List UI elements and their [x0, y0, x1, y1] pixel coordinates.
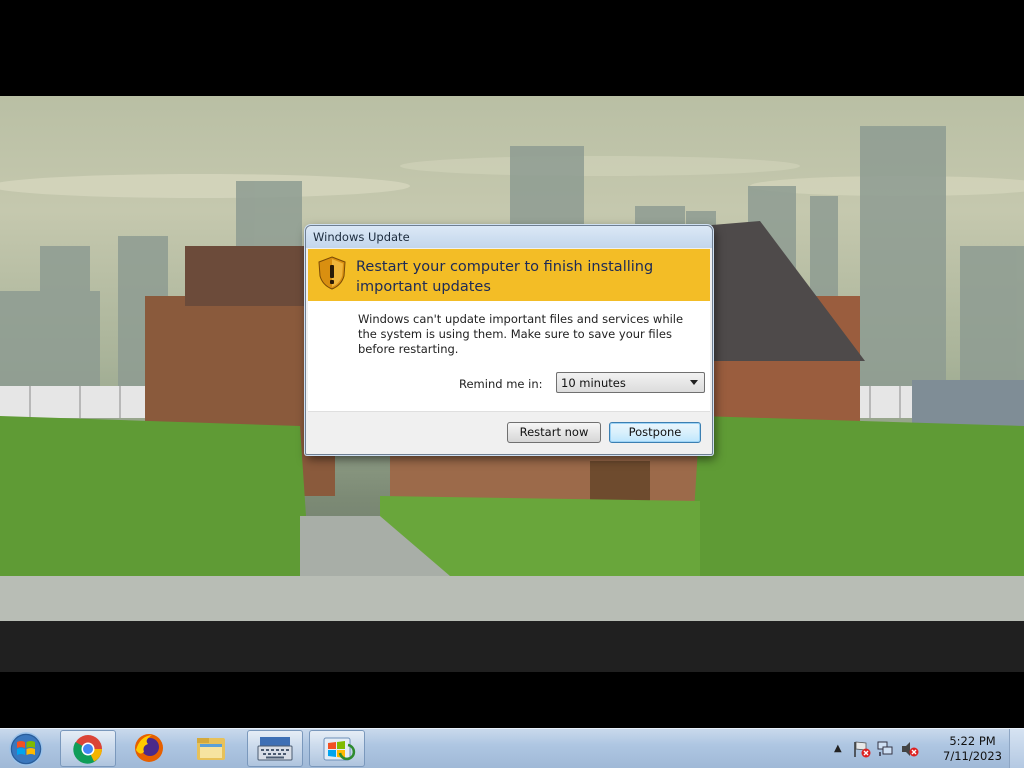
show-hidden-icons-arrow[interactable]: ▲ — [834, 743, 842, 754]
dialog-footer: Restart now Postpone — [308, 411, 710, 453]
warning-shield-icon — [318, 256, 346, 290]
chrome-icon — [73, 735, 102, 764]
postpone-button[interactable]: Postpone — [609, 422, 701, 443]
taskbar-firefox[interactable] — [122, 730, 178, 767]
taskbar-clock[interactable]: 5:22 PM 7/11/2023 — [943, 734, 1002, 764]
network-icon[interactable] — [876, 740, 896, 758]
dialog-heading: Restart your computer to finish installi… — [356, 259, 654, 295]
remind-me-value: 10 minutes — [561, 376, 626, 390]
dialog-titlebar[interactable]: Windows Update — [306, 226, 712, 248]
restart-now-button[interactable]: Restart now — [507, 422, 601, 443]
start-orb-icon — [9, 732, 43, 766]
taskbar-file-explorer[interactable] — [184, 730, 240, 767]
firefox-icon — [135, 734, 163, 762]
dialog-body: Windows can't update important files and… — [308, 301, 710, 411]
start-button[interactable] — [4, 730, 50, 768]
system-tray: ▲ 5:22 PM 7/11/2023 — [834, 729, 1024, 768]
taskbar-windows-update[interactable] — [309, 730, 365, 767]
on-screen-keyboard-icon — [257, 737, 293, 761]
action-center-flag-icon[interactable] — [852, 740, 872, 758]
dialog-message: Windows can't update important files and… — [358, 312, 684, 356]
taskbar-on-screen-keyboard[interactable] — [247, 730, 303, 767]
windows-update-dialog: Windows Update Restart your computer to … — [305, 225, 713, 455]
remind-me-dropdown[interactable]: 10 minutes — [556, 372, 705, 393]
volume-muted-icon[interactable] — [900, 740, 920, 758]
show-desktop-button[interactable] — [1009, 729, 1024, 768]
taskbar: ▲ 5:22 PM 7/11/2023 — [0, 728, 1024, 768]
dialog-header-banner: Restart your computer to finish installi… — [308, 249, 710, 301]
clock-date: 7/11/2023 — [943, 749, 1002, 763]
remind-me-label: Remind me in: — [459, 377, 543, 391]
taskbar-chrome[interactable] — [60, 730, 116, 767]
chevron-down-icon — [690, 380, 698, 385]
windows-update-icon — [323, 737, 356, 761]
file-explorer-icon — [197, 738, 225, 760]
clock-time: 5:22 PM — [949, 734, 996, 748]
dialog-title: Windows Update — [313, 230, 410, 244]
